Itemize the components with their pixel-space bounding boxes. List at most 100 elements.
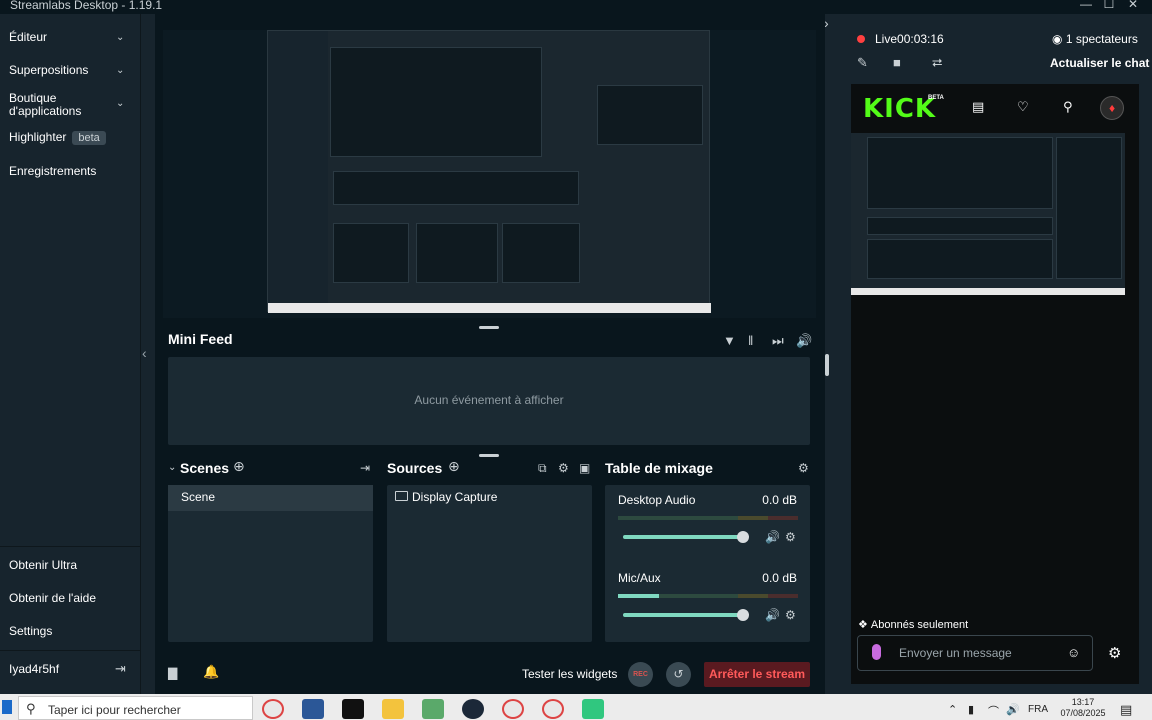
share-icon[interactable]: ⮂ <box>932 55 942 71</box>
sidebar-divider <box>0 650 141 651</box>
viewer-count: ◉ 1 spectateurs <box>1052 32 1138 46</box>
heart-icon[interactable]: ♡ <box>1017 99 1029 115</box>
volume-icon[interactable]: 🔊 <box>796 333 812 349</box>
volume-slider-knob[interactable] <box>737 531 749 543</box>
audio-meter-yellow-zone <box>738 594 768 598</box>
gear-icon[interactable]: ⚙ <box>1108 644 1121 662</box>
scene-transition-icon[interactable]: ⇥ <box>360 461 370 475</box>
resize-handle[interactable] <box>479 326 499 329</box>
volume-slider[interactable] <box>623 613 743 617</box>
speaker-tray-icon[interactable]: 🔊 <box>1006 703 1020 716</box>
mixer-channel-db: 0.0 dB <box>762 571 797 585</box>
preview-mini-chat <box>597 85 703 145</box>
preview-mini-feed <box>333 171 579 205</box>
sidebar-item-aide[interactable]: Obtenir de l'aide <box>9 591 96 605</box>
chat-input-placeholder: Envoyer un message <box>899 646 1012 660</box>
kick-preview-taskbar <box>851 288 1125 295</box>
maximize-button[interactable]: ☐ <box>1099 0 1119 11</box>
sidebar-item-superpositions[interactable]: Superpositions <box>9 63 88 77</box>
skip-icon[interactable]: ⏭ <box>772 333 784 349</box>
streamlabs-icon[interactable] <box>582 699 604 719</box>
sidebar-item-editeur[interactable]: Éditeur <box>9 30 47 44</box>
sidebar-item-settings[interactable]: Settings <box>9 624 52 638</box>
record-button[interactable]: REC <box>628 662 653 687</box>
preview-mini-editor <box>330 47 542 157</box>
word-icon[interactable] <box>302 699 324 719</box>
kick-preview-panels <box>867 239 1053 279</box>
folder-icon[interactable] <box>382 699 404 719</box>
gear-icon[interactable]: ⚙ <box>785 530 796 544</box>
wifi-icon[interactable]: ⌒ <box>988 703 999 719</box>
notification-icon[interactable]: 🔔 <box>203 664 219 680</box>
search-icon[interactable]: ⚲ <box>1063 99 1073 115</box>
close-button[interactable]: ✕ <box>1123 0 1143 11</box>
chrome-icon[interactable] <box>262 699 284 719</box>
monitor-icon <box>395 491 408 501</box>
stats-icon[interactable]: ▇ <box>168 666 177 680</box>
audio-meter <box>618 516 798 520</box>
window-title: Streamlabs Desktop - 1.19.1 <box>10 0 163 12</box>
sidebar-item-boutique-line1[interactable]: Boutique <box>9 91 56 105</box>
gear-icon[interactable]: ⚙ <box>785 608 796 622</box>
pycharm-icon[interactable] <box>342 699 364 719</box>
kick-preview-chat <box>1056 137 1122 279</box>
live-indicator-dot <box>857 35 865 43</box>
notification-center-icon[interactable]: ▤ <box>1120 702 1132 718</box>
scrollbar-handle[interactable] <box>825 354 829 376</box>
preview-mini-scenes <box>333 223 409 283</box>
sidebar-item-highlighter[interactable]: Highlighter beta <box>9 130 106 145</box>
source-properties-icon[interactable]: ⧉ <box>538 461 547 476</box>
chevron-down-icon[interactable]: ⌄ <box>116 32 126 43</box>
volume-slider[interactable] <box>623 535 743 539</box>
sidebar-item-enregistrements[interactable]: Enregistrements <box>9 164 96 178</box>
edit-icon[interactable]: ✎ <box>857 55 868 71</box>
tray-chevron-icon[interactable]: ⌃ <box>948 703 957 716</box>
speaker-icon[interactable]: 🔊 <box>765 530 780 544</box>
mic-icon[interactable] <box>872 644 881 660</box>
chevron-down-icon[interactable]: ⌄ <box>168 462 176 473</box>
microphone-tray-icon[interactable]: ▮ <box>968 703 974 716</box>
subscribers-only-label: ❖ Abonnés seulement <box>858 618 968 631</box>
taskbar-search-placeholder: Taper ici pour rechercher <box>48 703 181 717</box>
chrome-icon[interactable] <box>542 699 564 719</box>
emoji-icon[interactable]: ☺ <box>1067 645 1080 660</box>
add-source-icon[interactable]: ⊕ <box>448 458 460 475</box>
camera-icon[interactable]: ■ <box>893 55 901 70</box>
speaker-icon[interactable]: 🔊 <box>765 608 780 622</box>
app-icon[interactable] <box>422 699 444 719</box>
calendar-icon[interactable]: ▤ <box>972 99 984 115</box>
eye-icon: ◉ <box>1052 32 1066 46</box>
chevron-down-icon[interactable]: ⌄ <box>116 98 126 109</box>
sidebar-item-obtenir-ultra[interactable]: Obtenir Ultra <box>9 558 77 572</box>
user-name[interactable]: Iyad4r5hf <box>9 662 59 676</box>
minimize-button[interactable]: — <box>1076 0 1096 11</box>
steam-icon[interactable] <box>462 699 484 719</box>
add-folder-icon[interactable]: ▣ <box>579 461 590 475</box>
avatar[interactable]: ♦ <box>1100 96 1124 120</box>
test-widgets-button[interactable]: Tester les widgets <box>522 667 617 681</box>
pause-icon[interactable]: ‖ <box>748 333 753 348</box>
stop-stream-button[interactable]: Arrêter le stream <box>704 662 810 687</box>
scene-item-label: Scene <box>181 490 216 504</box>
language-indicator[interactable]: FRA <box>1028 704 1048 715</box>
live-status: Live00:03:16 <box>875 32 944 46</box>
start-icon[interactable] <box>2 700 12 714</box>
replay-buffer-icon[interactable]: ↺ <box>666 662 691 687</box>
resize-handle[interactable] <box>479 454 499 457</box>
source-item-label[interactable]: Display Capture <box>412 490 497 504</box>
source-settings-icon[interactable]: ⚙ <box>558 461 569 475</box>
mini-feed-empty-text: Aucun événement à afficher <box>414 393 564 407</box>
chrome-icon[interactable] <box>502 699 524 719</box>
clock[interactable]: 13:17 07/08/2025 <box>1058 697 1108 719</box>
add-scene-icon[interactable]: ⊕ <box>233 458 245 475</box>
refresh-chat-button[interactable]: Actualiser le chat <box>1050 56 1149 70</box>
sidebar-item-boutique-line2[interactable]: d'applications <box>9 104 81 118</box>
collapse-left-icon[interactable]: ‹ <box>142 345 147 361</box>
gear-icon[interactable]: ⚙ <box>798 461 809 475</box>
viewer-count-label: 1 spectateurs <box>1065 32 1138 46</box>
logout-icon[interactable]: ⇥ <box>115 661 126 677</box>
beta-badge: beta <box>72 131 106 145</box>
chevron-down-icon[interactable]: ⌄ <box>116 65 126 76</box>
filter-icon[interactable]: ▼ <box>723 333 736 348</box>
volume-slider-knob[interactable] <box>737 609 749 621</box>
